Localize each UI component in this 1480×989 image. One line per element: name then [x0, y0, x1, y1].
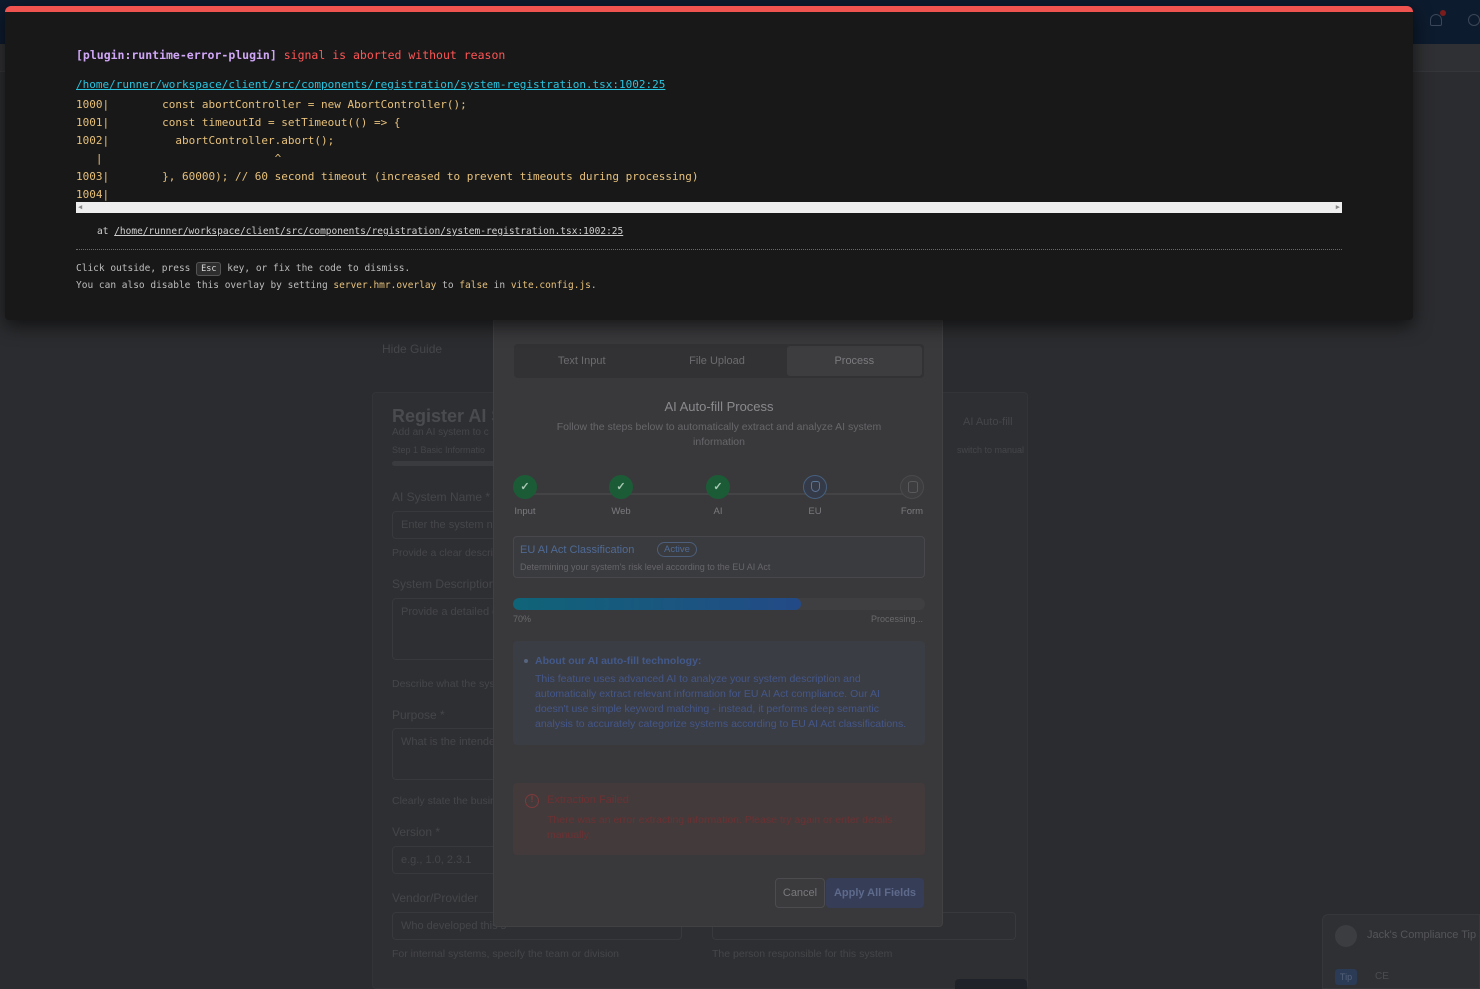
cancel-button[interactable]: Cancel — [775, 878, 825, 908]
system-description-placeholder: Provide a detailed d — [401, 606, 499, 618]
info-heading: About our AI auto-fill technology: — [535, 655, 702, 667]
tip-title: Jack's Compliance Tip — [1367, 929, 1477, 941]
autofill-tabs: Text Input File Upload Process — [514, 344, 924, 378]
horizontal-scrollbar[interactable]: ◀ ▶ — [76, 202, 1342, 213]
current-step-title: EU AI Act Classification — [520, 544, 635, 556]
check-icon — [609, 475, 633, 499]
tip-text: You can also disable this overlay by set… — [76, 280, 328, 291]
step-ai: AI — [693, 475, 743, 517]
error-plugin: [plugin:runtime-error-plugin] — [76, 48, 277, 62]
field-vendor-help: For internal systems, specify the team o… — [392, 948, 620, 960]
dialog-title: AI Auto-fill Process — [664, 399, 774, 414]
config-file: vite.config.js — [510, 280, 591, 291]
notification-bell-icon[interactable] — [1430, 14, 1442, 26]
registration-step-info: Step 1 Basic Informatio — [392, 445, 486, 455]
user-menu-icon[interactable] — [1468, 14, 1480, 26]
field-name-label: AI System Name * — [392, 490, 491, 504]
tip-text: . — [590, 280, 597, 291]
progress-bar-fill — [513, 598, 802, 610]
field-purpose-help: Clearly state the busin — [392, 795, 496, 807]
info-body: This feature uses advanced AI to analyze… — [535, 673, 907, 730]
scroll-right-icon[interactable]: ▶ — [1336, 202, 1340, 213]
database-icon — [900, 475, 924, 499]
step-label: EU — [808, 506, 822, 517]
step-label: Form — [900, 506, 924, 517]
avatar — [1335, 925, 1357, 947]
check-icon — [706, 475, 730, 499]
error-alert: Extraction Failed There was an error ext… — [513, 783, 925, 855]
current-step-description: Determining your system's risk level acc… — [520, 562, 771, 572]
tip-text: Click outside, press — [76, 263, 191, 274]
stack-trace: at /home/runner/workspace/client/src/com… — [97, 226, 623, 237]
tip-chip[interactable]: Tip — [1335, 969, 1357, 985]
dialog-subtitle: Follow the steps below to automatically … — [556, 421, 882, 448]
system-name-placeholder: Enter the system na — [401, 519, 499, 531]
field-desc-label: System Description * — [392, 577, 504, 591]
bullet-icon — [524, 659, 528, 663]
tab-text-input[interactable]: Text Input — [514, 344, 649, 378]
step-form: Form — [887, 475, 937, 517]
notification-badge — [1440, 10, 1446, 16]
config-key: server.hmr.overlay — [333, 280, 437, 291]
field-version-label: Version * — [392, 825, 441, 839]
step-input: Input — [500, 475, 550, 517]
alert-circle-icon — [525, 794, 539, 808]
tip-text: in — [493, 280, 506, 291]
registration-subtitle: Add an AI system to c — [392, 427, 489, 438]
field-owner-help: The person responsible for this system — [712, 948, 893, 960]
step-web: Web — [596, 475, 646, 517]
field-purpose-label: Purpose * — [392, 708, 445, 722]
field-name-help: Provide a clear descri — [392, 547, 493, 559]
status-badge: Active — [657, 542, 697, 557]
disable-tip: You can also disable this overlay by set… — [76, 280, 597, 291]
error-header: [plugin:runtime-error-plugin] signal is … — [76, 48, 505, 62]
esc-key: Esc — [196, 262, 222, 276]
scroll-left-icon[interactable]: ◀ — [78, 202, 82, 213]
next-button[interactable] — [955, 979, 1027, 989]
dismiss-tip: Click outside, press Esc key, or fix the… — [76, 262, 410, 276]
tab-process[interactable]: Process — [786, 346, 922, 376]
compliance-tip-card[interactable]: Jack's Compliance Tip Tip CE — [1322, 914, 1480, 989]
step-label: AI — [713, 506, 723, 517]
config-value: false — [459, 280, 488, 291]
shield-icon — [803, 475, 827, 499]
hide-guide-link[interactable]: Hide Guide — [382, 342, 442, 356]
purpose-placeholder: What is the intende — [401, 736, 496, 748]
tip-ce-label: CE — [1375, 971, 1389, 982]
error-body: There was an error extracting informatio… — [547, 814, 893, 841]
ai-autofill-dialog: Text Input File Upload Process AI Auto-f… — [493, 318, 943, 927]
tab-file-upload[interactable]: File Upload — [649, 344, 784, 378]
step-label: Web — [611, 506, 631, 517]
divider — [76, 249, 1342, 250]
error-message: signal is aborted without reason — [283, 48, 506, 62]
field-desc-help: Describe what the sys — [392, 678, 495, 690]
progress-status: Processing... — [870, 614, 923, 624]
error-overlay[interactable]: [plugin:runtime-error-plugin] signal is … — [5, 6, 1413, 320]
progress-percent: 70% — [513, 614, 532, 624]
tip-text: to — [442, 280, 454, 291]
progress-bar — [513, 598, 925, 610]
vendor-placeholder: Who developed this s — [401, 920, 507, 932]
check-icon — [513, 475, 537, 499]
stack-file-link[interactable]: /home/runner/workspace/client/src/compon… — [114, 226, 623, 237]
version-placeholder: e.g., 1.0, 2.3.1 — [401, 854, 472, 866]
error-heading: Extraction Failed — [547, 794, 629, 806]
error-file-link[interactable]: /home/runner/workspace/client/src/compon… — [76, 78, 665, 91]
switch-manual-link[interactable]: switch to manual — [957, 445, 1024, 455]
info-panel: About our AI auto-fill technology: This … — [513, 641, 925, 745]
stack-prefix: at — [97, 226, 109, 237]
code-frame: 1000| const abortController = new AbortC… — [76, 98, 699, 201]
step-eu: EU — [790, 475, 840, 517]
ai-autofill-button[interactable]: AI Auto-fill — [963, 416, 1013, 428]
step-label: Input — [514, 506, 536, 517]
current-step-card: EU AI Act Classification Active Determin… — [513, 536, 925, 578]
apply-all-fields-button[interactable]: Apply All Fields — [826, 878, 924, 908]
field-vendor-label: Vendor/Provider — [392, 891, 479, 905]
tip-text: key, or fix the code to dismiss. — [227, 263, 411, 274]
